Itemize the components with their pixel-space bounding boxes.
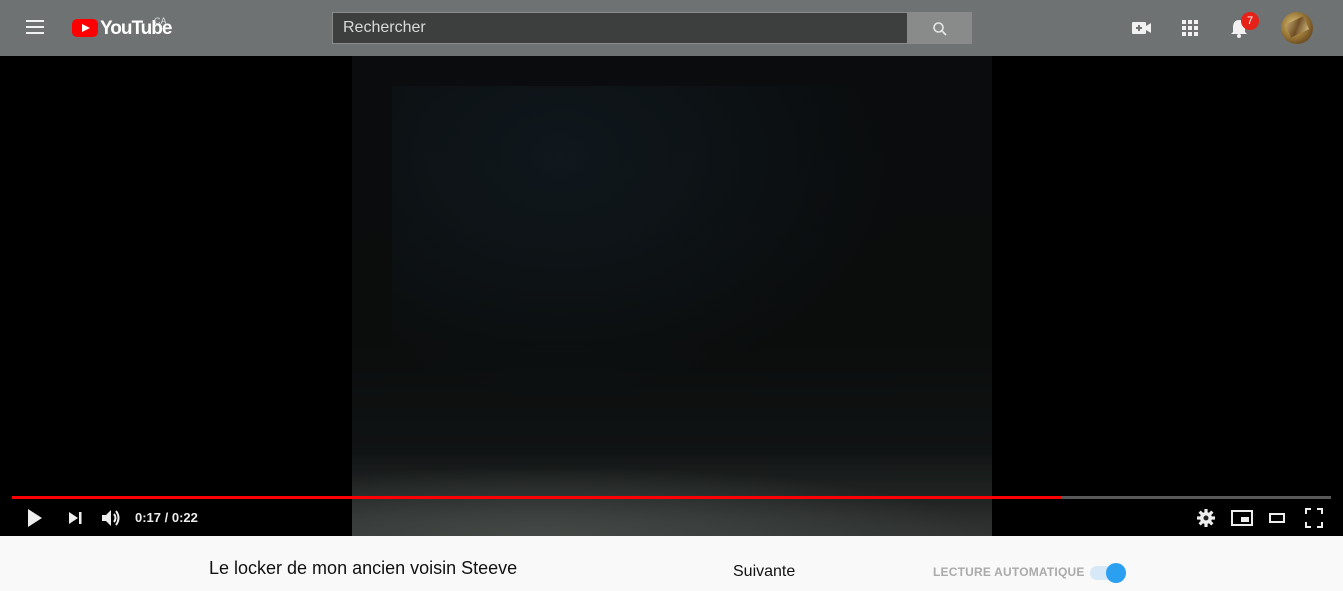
video-player[interactable]: 0:17 / 0:22 (0, 56, 1343, 536)
progress-bar[interactable] (12, 496, 1331, 499)
time-display: 0:17 / 0:22 (135, 510, 198, 525)
play-button[interactable] (24, 506, 46, 530)
autoplay-toggle[interactable] (1090, 563, 1126, 583)
create-video-button[interactable] (1130, 17, 1154, 39)
search-input[interactable] (332, 12, 907, 44)
play-icon (28, 509, 42, 527)
miniplayer-icon (1231, 510, 1253, 526)
next-icon (69, 512, 82, 524)
search-bar (332, 12, 972, 44)
video-title: Le locker de mon ancien voisin Steeve (209, 558, 518, 578)
next-button[interactable] (66, 506, 86, 530)
apps-button[interactable] (1179, 17, 1201, 39)
menu-icon[interactable] (24, 18, 48, 38)
fullscreen-icon (1305, 508, 1323, 528)
search-button[interactable] (907, 12, 972, 44)
volume-icon (102, 510, 120, 526)
masthead: YouTube CA Rechercher 7 (0, 0, 1343, 56)
youtube-play-icon (72, 19, 98, 37)
up-next-label: Suivante (733, 563, 796, 580)
notification-badge: 7 (1241, 12, 1259, 30)
theater-mode-icon (1269, 513, 1285, 523)
below-player: Le locker de mon ancien voisin Steeve Su… (0, 536, 1343, 591)
progress-played (12, 496, 1061, 499)
apps-grid-icon (1182, 20, 1198, 36)
video-camera-plus-icon (1132, 22, 1151, 34)
search-icon (933, 22, 947, 36)
autoplay-label: LECTURE AUTOMATIQUE (933, 565, 1085, 579)
theater-mode-button[interactable] (1267, 506, 1287, 530)
settings-button[interactable] (1195, 506, 1217, 530)
volume-button[interactable] (100, 506, 124, 530)
miniplayer-button[interactable] (1230, 506, 1254, 530)
settings-gear-icon (1197, 509, 1215, 527)
fullscreen-button[interactable] (1303, 506, 1325, 530)
country-code: CA (154, 16, 167, 26)
avatar[interactable] (1281, 12, 1313, 44)
controls-gradient (0, 446, 1343, 536)
autoplay-toggle-knob (1106, 563, 1126, 583)
